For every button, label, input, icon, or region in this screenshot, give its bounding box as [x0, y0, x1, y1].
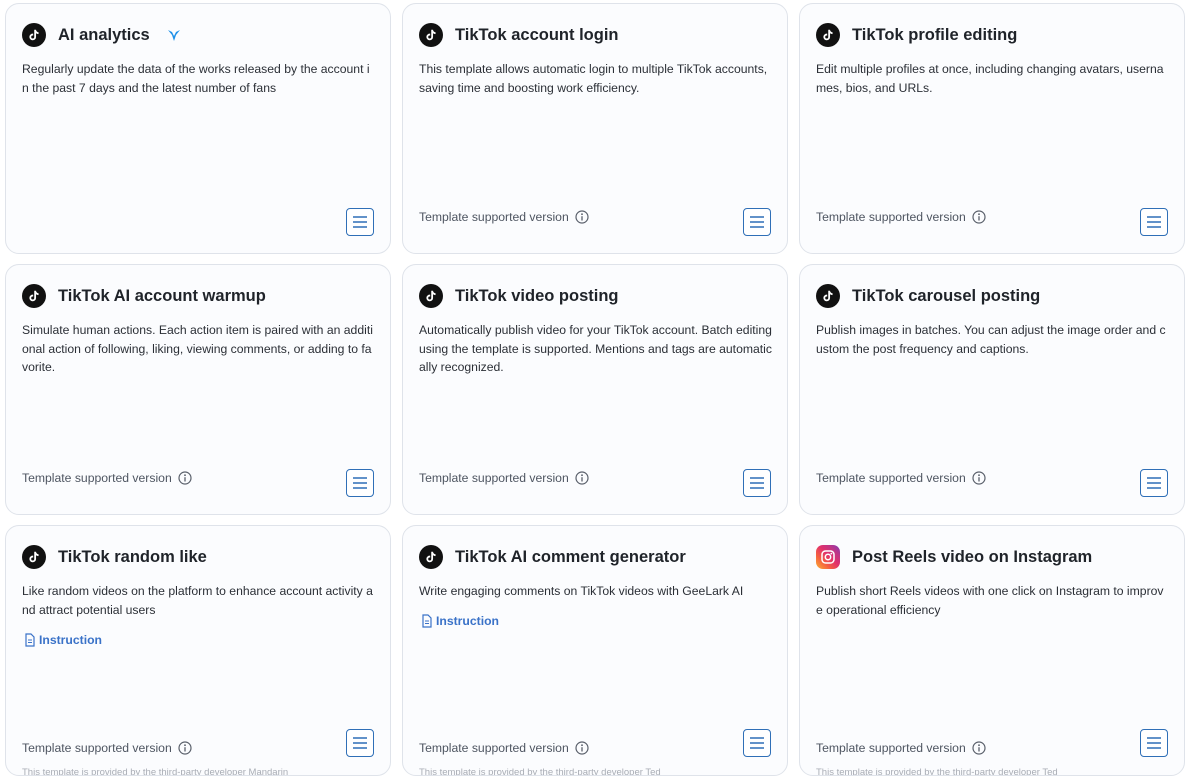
card-title: TikTok account login — [455, 25, 619, 44]
supported-version-label: Template supported version — [419, 741, 569, 755]
card-description: This template allows automatic login to … — [419, 62, 768, 95]
template-card-post-reels-instagram[interactable]: Post Reels video on Instagram Publish sh… — [799, 525, 1185, 776]
menu-icon — [1147, 216, 1161, 228]
card-description: Regularly update the data of the works r… — [22, 62, 370, 95]
provider-note: This template is provided by the third-p… — [419, 767, 661, 776]
tiktok-icon — [816, 23, 840, 47]
tiktok-icon — [22, 545, 46, 569]
supported-version-row: Template supported version — [816, 210, 986, 224]
info-icon[interactable] — [575, 741, 589, 755]
supported-version-label: Template supported version — [816, 471, 966, 485]
template-card-tiktok-carousel-posting[interactable]: TikTok carousel posting Publish images i… — [799, 264, 1185, 515]
card-description: Simulate human actions. Each action item… — [22, 323, 373, 374]
info-icon[interactable] — [178, 471, 192, 485]
tiktok-icon — [419, 23, 443, 47]
card-title: AI analytics — [58, 25, 150, 44]
info-icon[interactable] — [972, 471, 986, 485]
document-icon — [422, 614, 432, 628]
tiktok-icon — [419, 545, 443, 569]
supported-version-row: Template supported version — [22, 741, 192, 755]
card-header: Post Reels video on Instagram — [816, 544, 1092, 570]
menu-icon — [1147, 477, 1161, 489]
card-menu-button[interactable] — [743, 729, 771, 757]
card-menu-button[interactable] — [346, 469, 374, 497]
supported-version-row: Template supported version — [419, 210, 589, 224]
info-icon[interactable] — [178, 741, 192, 755]
menu-icon — [353, 216, 367, 228]
card-description: Like random videos on the platform to en… — [22, 584, 373, 617]
supported-version-label: Template supported version — [22, 741, 172, 755]
card-title: TikTok AI comment generator — [455, 547, 686, 566]
menu-icon — [1147, 737, 1161, 749]
card-menu-button[interactable] — [346, 208, 374, 236]
info-icon[interactable] — [575, 471, 589, 485]
card-menu-button[interactable] — [1140, 469, 1168, 497]
menu-icon — [750, 477, 764, 489]
card-menu-button[interactable] — [346, 729, 374, 757]
template-grid: AI analytics Regularly update the data o… — [5, 3, 1185, 776]
template-card-tiktok-ai-comment-generator[interactable]: TikTok AI comment generator Write engagi… — [402, 525, 788, 776]
card-header: AI analytics — [22, 22, 182, 48]
tiktok-icon — [419, 284, 443, 308]
card-title: TikTok AI account warmup — [58, 286, 266, 305]
tiktok-icon — [816, 284, 840, 308]
template-card-tiktok-random-like[interactable]: TikTok random like Like random videos on… — [5, 525, 391, 776]
supported-version-row: Template supported version — [816, 741, 986, 755]
card-description: Publish images in batches. You can adjus… — [816, 323, 1166, 356]
supported-version-row: Template supported version — [419, 741, 589, 755]
card-header: TikTok AI comment generator — [419, 544, 686, 570]
instruction-link[interactable]: Instruction — [420, 614, 499, 628]
tiktok-icon — [22, 23, 46, 47]
supported-version-label: Template supported version — [22, 471, 172, 485]
menu-icon — [353, 477, 367, 489]
card-header: TikTok random like — [22, 544, 207, 570]
card-title: TikTok random like — [58, 547, 207, 566]
card-description: Publish short Reels videos with one clic… — [816, 584, 1164, 617]
card-description: Edit multiple profiles at once, includin… — [816, 62, 1164, 95]
card-title: Post Reels video on Instagram — [852, 547, 1093, 566]
template-card-tiktok-video-posting[interactable]: TikTok video posting Automatically publi… — [402, 264, 788, 515]
card-header: TikTok account login — [419, 22, 619, 48]
document-icon — [25, 633, 35, 647]
supported-version-label: Template supported version — [816, 210, 966, 224]
supported-version-row: Template supported version — [22, 471, 192, 485]
card-description: Write engaging comments on TikTok videos… — [419, 584, 744, 598]
card-menu-button[interactable] — [743, 208, 771, 236]
instagram-icon — [816, 545, 840, 569]
template-card-ai-analytics[interactable]: AI analytics Regularly update the data o… — [5, 3, 391, 254]
provider-note: This template is provided by the third-p… — [22, 767, 289, 776]
menu-icon — [353, 737, 367, 749]
card-title: TikTok carousel posting — [852, 286, 1041, 305]
info-icon[interactable] — [972, 210, 986, 224]
supported-version-label: Template supported version — [419, 210, 569, 224]
card-header: TikTok profile editing — [816, 22, 1017, 48]
card-title: TikTok profile editing — [852, 25, 1018, 44]
supported-version-row: Template supported version — [816, 471, 986, 485]
card-menu-button[interactable] — [743, 469, 771, 497]
card-header: TikTok carousel posting — [816, 283, 1040, 309]
tiktok-icon — [22, 284, 46, 308]
instruction-link[interactable]: Instruction — [23, 633, 102, 647]
verified-badge-icon — [166, 27, 182, 43]
provider-note: This template is provided by the third-p… — [816, 767, 1058, 776]
template-card-tiktok-profile-editing[interactable]: TikTok profile editing Edit multiple pro… — [799, 3, 1185, 254]
card-header: TikTok AI account warmup — [22, 283, 266, 309]
template-card-tiktok-ai-account-warmup[interactable]: TikTok AI account warmup Simulate human … — [5, 264, 391, 515]
menu-icon — [750, 737, 764, 749]
supported-version-label: Template supported version — [816, 741, 966, 755]
supported-version-row: Template supported version — [419, 471, 589, 485]
card-description: Automatically publish video for your Tik… — [419, 323, 772, 374]
card-header: TikTok video posting — [419, 283, 619, 309]
supported-version-label: Template supported version — [419, 471, 569, 485]
template-card-tiktok-account-login[interactable]: TikTok account login This template allow… — [402, 3, 788, 254]
card-menu-button[interactable] — [1140, 208, 1168, 236]
info-icon[interactable] — [972, 741, 986, 755]
info-icon[interactable] — [575, 210, 589, 224]
card-menu-button[interactable] — [1140, 729, 1168, 757]
menu-icon — [750, 216, 764, 228]
instruction-label: Instruction — [39, 633, 102, 647]
instruction-label: Instruction — [436, 614, 499, 628]
card-title: TikTok video posting — [455, 286, 619, 305]
